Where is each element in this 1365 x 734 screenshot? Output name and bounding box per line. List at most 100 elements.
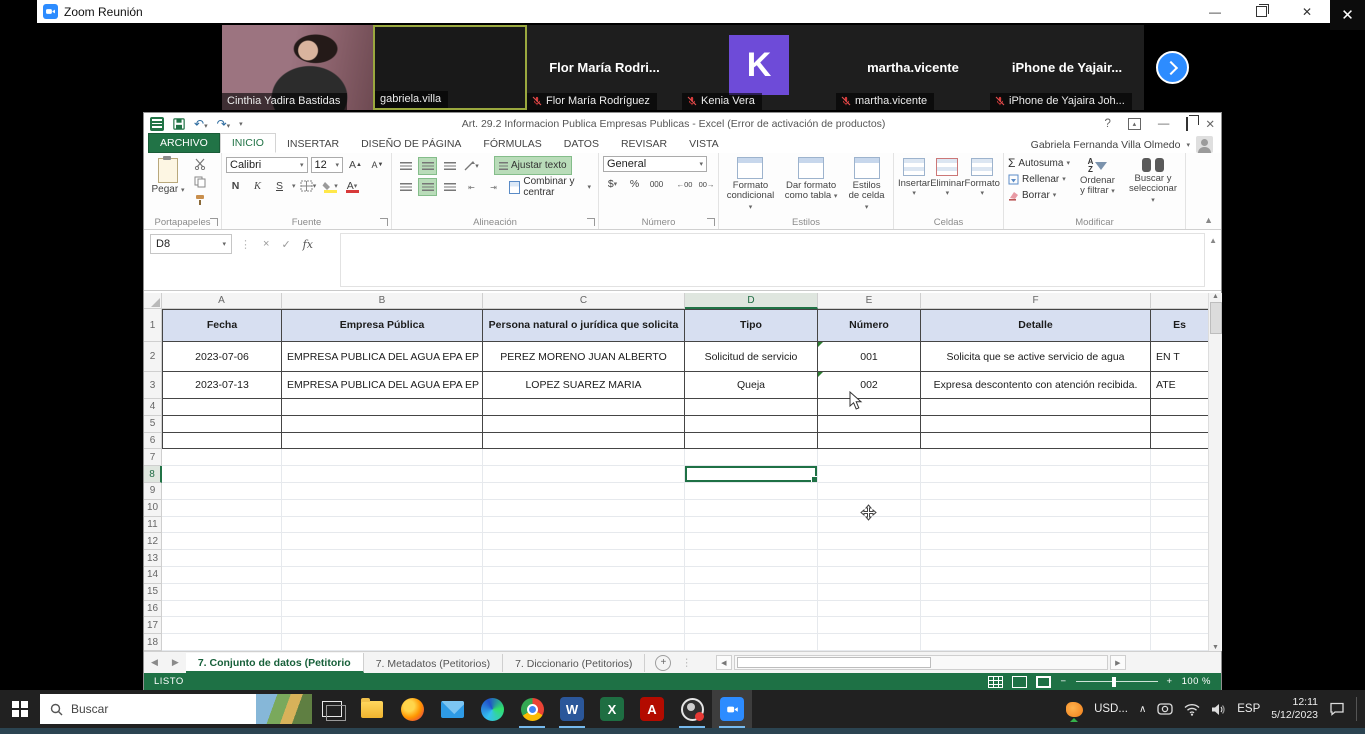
cell[interactable] bbox=[483, 466, 685, 483]
sheet-nav-left-icon[interactable]: ◀ bbox=[144, 657, 165, 668]
cell-styles-button[interactable]: Estilos de celda ▾ bbox=[844, 156, 889, 212]
align-left-button[interactable] bbox=[396, 178, 415, 196]
cell[interactable] bbox=[921, 399, 1151, 416]
column-header[interactable]: B bbox=[282, 293, 483, 309]
scroll-down-icon[interactable]: ▼ bbox=[1212, 644, 1219, 651]
cell[interactable] bbox=[483, 416, 685, 433]
column-header[interactable]: E bbox=[818, 293, 921, 309]
cell[interactable] bbox=[162, 584, 282, 601]
cell[interactable] bbox=[818, 533, 921, 550]
row-header[interactable]: 1 bbox=[144, 309, 162, 342]
camera-privacy-icon[interactable] bbox=[1157, 702, 1173, 716]
dialog-launcher-icon[interactable] bbox=[210, 218, 218, 226]
cell[interactable] bbox=[282, 500, 483, 517]
bold-button[interactable]: N bbox=[226, 177, 245, 195]
cell[interactable] bbox=[162, 601, 282, 618]
cell[interactable] bbox=[818, 601, 921, 618]
row-header[interactable]: 14 bbox=[144, 567, 162, 584]
tab-archivo[interactable]: ARCHIVO bbox=[148, 133, 220, 153]
zoom-level[interactable]: 100 % bbox=[1182, 676, 1211, 687]
increase-indent-button[interactable]: ⇥ bbox=[484, 178, 503, 196]
cell[interactable] bbox=[818, 466, 921, 483]
cell[interactable]: Fecha bbox=[162, 309, 282, 342]
cell[interactable] bbox=[1151, 399, 1209, 416]
format-cells-button[interactable]: Formato▾ bbox=[965, 156, 1000, 215]
wifi-icon[interactable] bbox=[1184, 703, 1200, 716]
cell[interactable] bbox=[685, 500, 818, 517]
cell[interactable]: Queja bbox=[685, 372, 818, 399]
cell[interactable] bbox=[685, 517, 818, 534]
cell[interactable] bbox=[685, 584, 818, 601]
cancel-entry-icon[interactable]: × bbox=[263, 238, 269, 250]
redo-icon[interactable]: ↷▾ bbox=[217, 118, 231, 130]
cell[interactable] bbox=[1151, 601, 1209, 618]
sheet-tab-conjunto[interactable]: 7. Conjunto de datos (Petitorio bbox=[186, 653, 364, 673]
cell[interactable] bbox=[921, 601, 1151, 618]
cell[interactable] bbox=[818, 584, 921, 601]
chrome-button[interactable] bbox=[512, 690, 552, 728]
cell[interactable] bbox=[483, 433, 685, 450]
cell[interactable]: Empresa Pública bbox=[282, 309, 483, 342]
cell[interactable] bbox=[818, 550, 921, 567]
cell[interactable]: Número bbox=[818, 309, 921, 342]
cell[interactable] bbox=[818, 433, 921, 450]
row-header[interactable]: 2 bbox=[144, 342, 162, 372]
cell[interactable] bbox=[818, 617, 921, 634]
cell[interactable] bbox=[282, 601, 483, 618]
file-explorer-button[interactable] bbox=[352, 690, 392, 728]
copy-button[interactable] bbox=[191, 174, 209, 190]
cell[interactable] bbox=[162, 483, 282, 500]
insert-cells-button[interactable]: Insertar▾ bbox=[898, 156, 930, 215]
cell[interactable] bbox=[282, 449, 483, 466]
cell[interactable]: Tipo bbox=[685, 309, 818, 342]
zoom-slider[interactable] bbox=[1076, 681, 1158, 683]
cell[interactable] bbox=[921, 517, 1151, 534]
row-header[interactable]: 17 bbox=[144, 617, 162, 634]
clock[interactable]: 12:11 5/12/2023 bbox=[1271, 696, 1318, 722]
column-header[interactable]: D bbox=[685, 293, 818, 309]
horizontal-scrollbar[interactable]: ◀ ▶ bbox=[716, 655, 1126, 670]
cell[interactable] bbox=[921, 500, 1151, 517]
increase-decimal-button[interactable]: ←00 bbox=[675, 175, 694, 193]
new-sheet-icon[interactable]: + bbox=[655, 655, 671, 671]
scroll-up-icon[interactable]: ▲ bbox=[1212, 293, 1219, 300]
cell[interactable] bbox=[483, 601, 685, 618]
scroll-right-icon[interactable]: ▶ bbox=[1110, 655, 1126, 670]
cell[interactable] bbox=[483, 567, 685, 584]
tray-currency[interactable]: USD... bbox=[1094, 703, 1128, 715]
tab-datos[interactable]: DATOS bbox=[553, 135, 610, 153]
cell[interactable] bbox=[162, 416, 282, 433]
fill-button[interactable]: Rellenar▾ bbox=[1008, 172, 1070, 186]
excel-minimize-icon[interactable]: — bbox=[1158, 118, 1170, 130]
cell[interactable] bbox=[685, 634, 818, 651]
cell[interactable]: Es bbox=[1151, 309, 1209, 342]
format-as-table-button[interactable]: Dar formato como tabla ▾ bbox=[780, 156, 842, 202]
mail-button[interactable] bbox=[432, 690, 472, 728]
cell[interactable] bbox=[483, 550, 685, 567]
percent-button[interactable]: % bbox=[625, 175, 644, 193]
confirm-entry-icon[interactable]: ✓ bbox=[281, 238, 290, 251]
cell[interactable] bbox=[483, 617, 685, 634]
tab-inicio[interactable]: INICIO bbox=[220, 133, 276, 153]
cell[interactable] bbox=[282, 483, 483, 500]
vertical-scrollbar[interactable]: ▲ ▼ bbox=[1208, 293, 1222, 651]
cell[interactable] bbox=[1151, 517, 1209, 534]
underline-button[interactable]: S bbox=[270, 177, 289, 195]
row-header[interactable]: 3 bbox=[144, 372, 162, 399]
cell[interactable]: Expresa descontento con atención recibid… bbox=[921, 372, 1151, 399]
row-header[interactable]: 18 bbox=[144, 634, 162, 651]
acrobat-button[interactable]: A bbox=[632, 690, 672, 728]
cell[interactable] bbox=[1151, 634, 1209, 651]
cell[interactable] bbox=[282, 433, 483, 450]
cell[interactable] bbox=[483, 483, 685, 500]
select-all-corner[interactable] bbox=[144, 293, 162, 309]
cell[interactable] bbox=[483, 533, 685, 550]
number-format-select[interactable]: General▾ bbox=[603, 156, 707, 172]
cell[interactable]: Solicita que se active servicio de agua bbox=[921, 342, 1151, 372]
zoom-app-button[interactable] bbox=[712, 690, 752, 728]
cell[interactable] bbox=[162, 634, 282, 651]
conditional-format-button[interactable]: Formato condicional ▾ bbox=[723, 156, 778, 212]
cell[interactable] bbox=[1151, 584, 1209, 601]
cell[interactable] bbox=[162, 449, 282, 466]
grow-font-button[interactable]: A▲ bbox=[346, 156, 365, 174]
